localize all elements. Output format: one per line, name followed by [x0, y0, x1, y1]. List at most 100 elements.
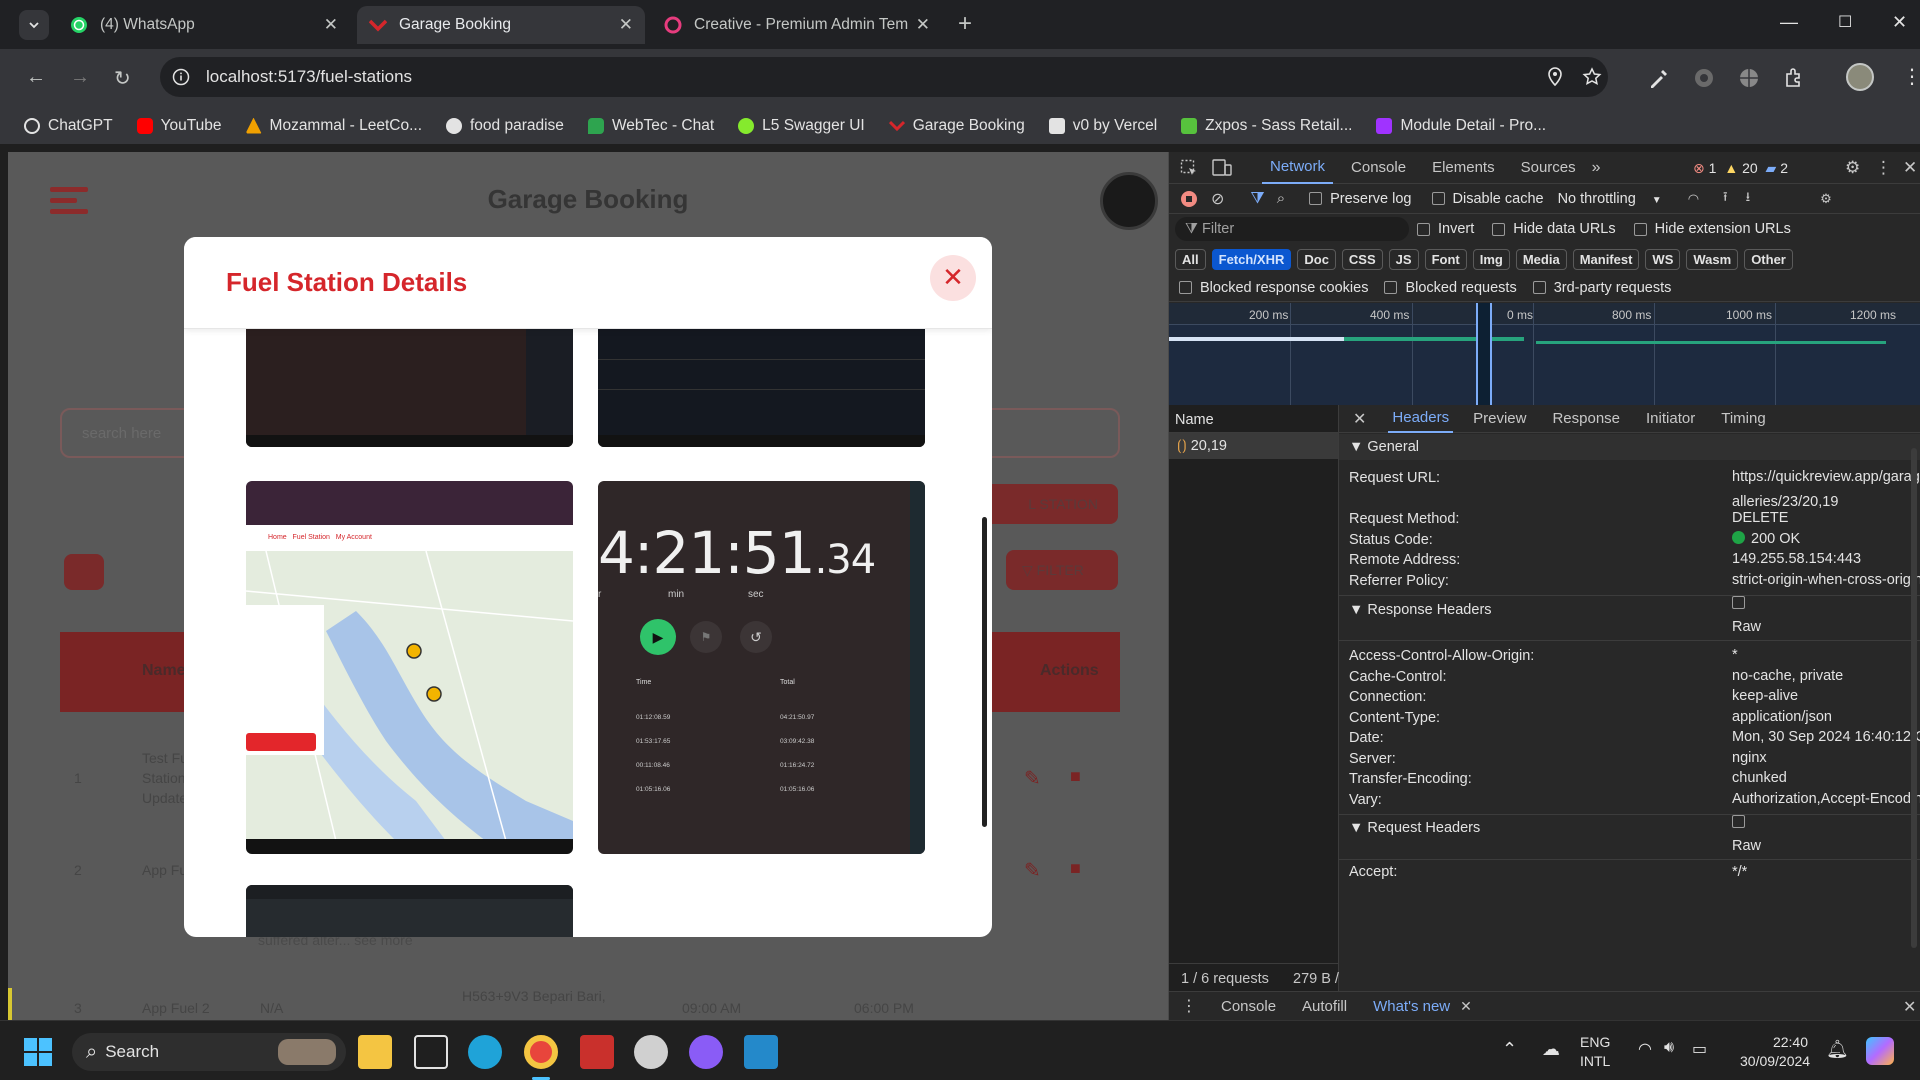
taskbar-search[interactable]: ⌕ Search [72, 1033, 346, 1071]
settings-gear-icon[interactable]: ⚙ [1845, 158, 1860, 178]
raw-checkbox[interactable] [1732, 596, 1745, 609]
close-tab-icon[interactable]: ✕ [916, 15, 930, 35]
bookmark-webtec-chat[interactable]: WebTec - Chat [587, 117, 714, 135]
type-img[interactable]: Img [1472, 248, 1510, 270]
tab-creative-admin[interactable]: Creative - Premium Admin Tem ✕ [652, 6, 942, 44]
inspect-element-icon[interactable] [1180, 159, 1198, 177]
general-section-header[interactable]: ▼ General [1339, 434, 1920, 460]
details-scrollbar[interactable] [1911, 448, 1917, 948]
bookmark-v0[interactable]: v0 by Vercel [1048, 117, 1157, 135]
gallery-image-map[interactable]: Home Fuel Station My Account [246, 481, 573, 854]
bookmark-star-icon[interactable] [1582, 67, 1602, 87]
maximize-button[interactable]: ☐ [1838, 12, 1852, 32]
close-drawer-icon[interactable]: ✕ [1903, 997, 1916, 1017]
tab-search-button[interactable] [19, 9, 49, 40]
close-window-button[interactable]: ✕ [1892, 12, 1907, 33]
disable-cache-checkbox[interactable]: Disable cache [1431, 191, 1544, 207]
minimize-button[interactable]: — [1780, 12, 1798, 33]
drawer-tab-whats-new[interactable]: What's new [1373, 998, 1450, 1015]
globe-icon[interactable] [1737, 66, 1761, 90]
type-doc[interactable]: Doc [1297, 248, 1336, 270]
bookmark-youtube[interactable]: YouTube [136, 117, 222, 135]
volume-icon[interactable]: 🔊︎ [1664, 1039, 1674, 1057]
menu-square-button[interactable] [64, 554, 104, 590]
timeline-overview[interactable]: 200 ms 400 ms 0 ms 800 ms 1000 ms 1200 m… [1169, 303, 1920, 405]
github-desktop-icon[interactable] [689, 1035, 723, 1069]
name-column-header[interactable]: Name [1169, 405, 1338, 433]
notification-bell-icon[interactable]: 🔔︎ [1826, 1039, 1849, 1060]
type-ws[interactable]: WS [1645, 248, 1681, 270]
forward-arrow-icon[interactable]: → [70, 66, 90, 89]
drawer-menu-icon[interactable]: ⋮ [1181, 996, 1197, 1016]
profile-avatar[interactable] [1846, 63, 1874, 91]
cloud-icon[interactable]: ☁ [1542, 1039, 1560, 1060]
blocked-requests-checkbox[interactable]: Blocked requests [1384, 280, 1517, 296]
reload-icon[interactable]: ↻ [114, 66, 131, 91]
system-clock[interactable]: 22:40 30/09/2024 [1740, 1033, 1810, 1071]
type-js[interactable]: JS [1388, 248, 1419, 270]
gallery-image-stopwatch[interactable]: 4:21:51.34 r min sec ▶ ⚑ ↺ Time Total 01… [598, 481, 925, 854]
tab-network[interactable]: Network [1262, 151, 1334, 184]
edge-icon[interactable] [468, 1035, 502, 1069]
hide-extension-urls-checkbox[interactable]: Hide extension URLs [1633, 221, 1791, 237]
devtools-menu-icon[interactable]: ⋮ [1875, 158, 1892, 178]
bookmark-leetcode[interactable]: Mozammal - LeetCo... [245, 117, 422, 135]
close-drawer-tab-icon[interactable]: ✕ [1460, 998, 1472, 1015]
tab-console[interactable]: Console [1351, 159, 1406, 176]
gallery-image[interactable] [246, 329, 573, 447]
type-other[interactable]: Other [1744, 248, 1793, 270]
gallery-image[interactable] [598, 329, 925, 447]
tab-timing[interactable]: Timing [1721, 410, 1765, 427]
type-font[interactable]: Font [1424, 248, 1467, 270]
request-headers-section[interactable]: ▼ Request Headers [1349, 820, 1480, 836]
type-fetch-xhr[interactable]: Fetch/XHR [1211, 248, 1292, 270]
third-party-checkbox[interactable]: 3rd-party requests [1532, 280, 1671, 296]
tab-elements[interactable]: Elements [1432, 159, 1495, 176]
raw-checkbox[interactable] [1732, 815, 1745, 828]
request-row[interactable]: ⟮⟯ 20,19 [1169, 433, 1338, 459]
type-media[interactable]: Media [1515, 248, 1567, 270]
back-arrow-icon[interactable]: ← [26, 66, 46, 89]
filezilla-icon[interactable] [580, 1035, 614, 1069]
bookmark-zxpos[interactable]: Zxpos - Sass Retail... [1181, 117, 1352, 135]
tab-whatsapp[interactable]: (4) WhatsApp ✕ [58, 6, 350, 44]
user-avatar[interactable] [1100, 172, 1158, 230]
export-har-icon[interactable]: ⭳ [1746, 188, 1751, 210]
drawer-tab-autofill[interactable]: Autofill [1302, 998, 1347, 1015]
record-stop-icon[interactable] [1181, 190, 1197, 207]
network-settings-icon[interactable]: ⚙ [1820, 191, 1832, 207]
edit-icon[interactable]: ✎ [1024, 858, 1041, 883]
site-info-icon[interactable] [172, 68, 190, 86]
type-css[interactable]: CSS [1341, 248, 1383, 270]
bookmark-chatgpt[interactable]: ChatGPT [24, 117, 113, 135]
filter-input[interactable]: ⧩ Filter [1175, 217, 1409, 241]
bookmark-food-paradise[interactable]: food paradise [446, 117, 564, 135]
extension-circle-icon[interactable] [1692, 66, 1716, 90]
location-pin-icon[interactable] [1546, 67, 1564, 87]
issue-counters[interactable]: ⊗ 1 ▲ 20 ▰ 2 [1693, 160, 1788, 177]
clear-icon[interactable]: ⊘ [1211, 189, 1224, 209]
delete-icon[interactable]: ■ [1070, 858, 1081, 879]
gallery-image[interactable] [246, 885, 573, 937]
preserve-log-checkbox[interactable]: Preserve log [1309, 191, 1412, 207]
blocked-cookies-checkbox[interactable]: Blocked response cookies [1179, 280, 1368, 296]
close-modal-button[interactable]: ✕ [930, 255, 976, 301]
close-tab-icon[interactable]: ✕ [619, 15, 633, 35]
address-bar[interactable]: localhost:5173/fuel-stations [160, 57, 1608, 97]
vscode-icon[interactable] [744, 1035, 778, 1069]
network-conditions-icon[interactable]: ◠ [1688, 191, 1699, 207]
extensions-puzzle-icon[interactable] [1782, 66, 1806, 90]
bookmark-module-detail[interactable]: Module Detail - Pro... [1376, 117, 1546, 135]
copilot-icon[interactable] [1866, 1037, 1894, 1065]
import-har-icon[interactable]: ⭱ [1723, 188, 1728, 210]
drawer-tab-console[interactable]: Console [1221, 998, 1276, 1015]
type-wasm[interactable]: Wasm [1686, 248, 1739, 270]
search-icon[interactable]: ⌕ [1277, 190, 1285, 207]
device-toolbar-icon[interactable] [1212, 158, 1232, 177]
tab-sources[interactable]: Sources [1521, 159, 1576, 176]
response-headers-section[interactable]: ▼ Response Headers [1349, 602, 1492, 618]
tab-garage-booking[interactable]: Garage Booking ✕ [357, 6, 645, 44]
tab-initiator[interactable]: Initiator [1646, 410, 1695, 427]
tab-preview[interactable]: Preview [1473, 410, 1526, 427]
new-tab-button[interactable]: + [958, 10, 972, 38]
